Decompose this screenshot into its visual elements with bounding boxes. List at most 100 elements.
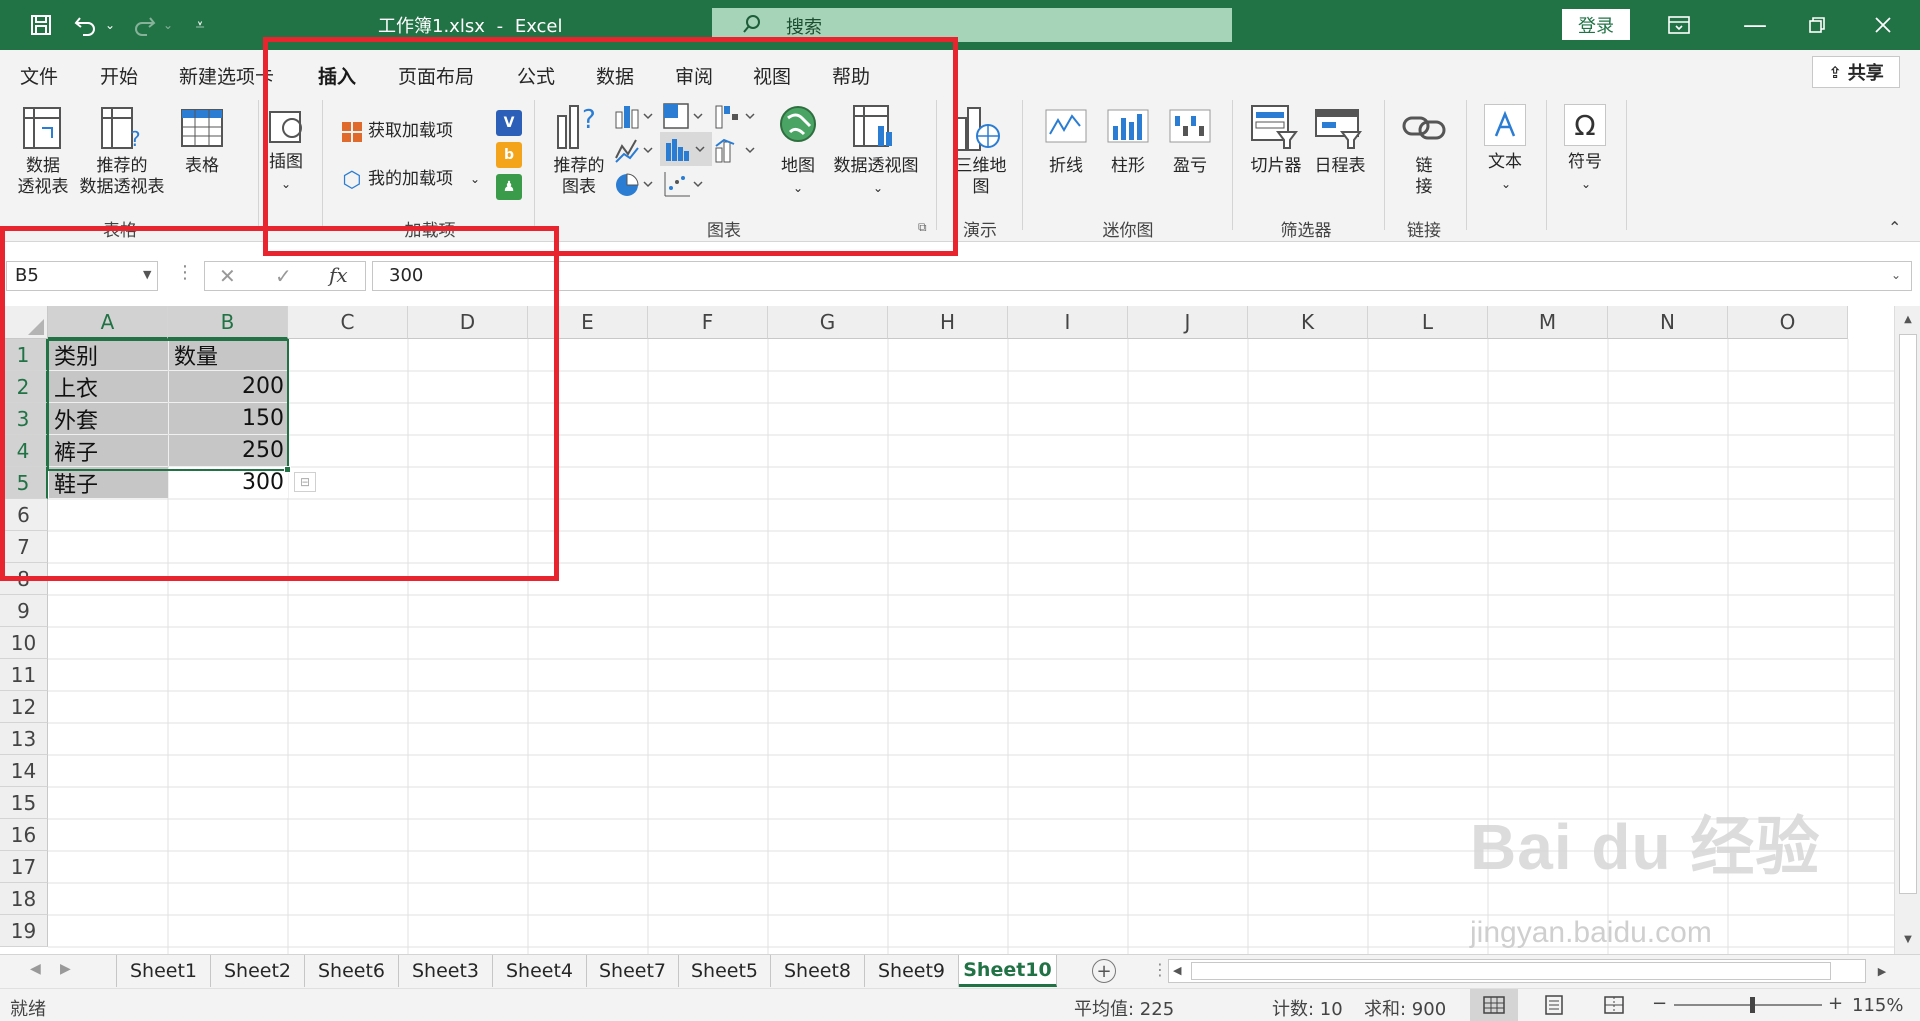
login-button[interactable]: 登录 — [1562, 9, 1630, 40]
column-header-k[interactable]: K — [1248, 306, 1368, 339]
scatter-chart-icon[interactable] — [662, 170, 706, 200]
get-addins-button[interactable]: 获取加载项 — [368, 121, 453, 142]
share-button[interactable]: ⇪ 共享 — [1812, 56, 1900, 88]
next-sheet-icon[interactable]: ▶ — [60, 961, 71, 977]
text-dropdown-icon[interactable]: ⌄ — [1496, 174, 1516, 195]
maps-button[interactable]: 地图 — [770, 156, 826, 177]
formula-input[interactable]: 300 ⌄ — [372, 261, 1912, 291]
recommended-charts-button[interactable]: 推荐的 图表 — [546, 156, 612, 198]
recommended-pivot-button[interactable]: 推荐的 数据透视表 — [76, 156, 168, 198]
hierarchy-chart-icon[interactable] — [662, 102, 706, 130]
row-header-4[interactable]: 4 — [0, 435, 48, 467]
ribbon-display-options-icon[interactable] — [1664, 10, 1694, 40]
bing-icon[interactable]: b — [496, 142, 522, 168]
illustrations-dropdown-icon[interactable]: ⌄ — [276, 174, 296, 195]
redo-icon[interactable] — [128, 10, 160, 40]
slicer-button[interactable]: 切片器 — [1246, 156, 1306, 177]
sheet-tab[interactable]: Sheet9 — [865, 955, 959, 987]
combo-chart-icon[interactable] — [714, 136, 758, 164]
symbols-dropdown-icon[interactable]: ⌄ — [1576, 174, 1596, 195]
column-header-l[interactable]: L — [1368, 306, 1488, 339]
visio-icon[interactable]: V — [496, 110, 522, 136]
row-header-7[interactable]: 7 — [0, 531, 48, 563]
row-header-8[interactable]: 8 — [0, 563, 48, 595]
sparkline-column-button[interactable]: 柱形 — [1102, 156, 1154, 177]
horizontal-scroll-thumb[interactable] — [1191, 962, 1831, 980]
insert-function-button[interactable]: fx — [329, 263, 348, 287]
row-header-17[interactable]: 17 — [0, 851, 48, 883]
row-header-14[interactable]: 14 — [0, 755, 48, 787]
tab-split-handle-icon[interactable]: ⋮ — [1152, 960, 1168, 979]
sheet-tab[interactable]: Sheet2 — [211, 955, 305, 987]
column-header-h[interactable]: H — [888, 306, 1008, 339]
vertical-scroll-thumb[interactable] — [1899, 334, 1917, 894]
tab-data[interactable]: 数据 — [596, 62, 634, 89]
tab-page-layout[interactable]: 页面布局 — [398, 62, 474, 89]
expand-formula-icon[interactable]: ⌄ — [1891, 268, 1901, 282]
cell[interactable]: 鞋子 — [49, 467, 168, 498]
row-header-18[interactable]: 18 — [0, 883, 48, 915]
page-break-view-icon[interactable] — [1590, 989, 1638, 1021]
column-header-j[interactable]: J — [1128, 306, 1248, 339]
column-header-o[interactable]: O — [1728, 306, 1848, 339]
my-addins-dropdown-icon[interactable]: ⌄ — [470, 169, 480, 190]
quick-analysis-icon[interactable]: ⊟ — [294, 472, 316, 492]
row-header-3[interactable]: 3 — [0, 403, 48, 435]
symbols-button[interactable]: 符号 — [1558, 152, 1612, 173]
sparkline-line-button[interactable]: 折线 — [1040, 156, 1092, 177]
undo-icon[interactable] — [70, 10, 102, 40]
column-header-m[interactable]: M — [1488, 306, 1608, 339]
page-layout-view-icon[interactable] — [1530, 989, 1578, 1021]
scroll-down-icon[interactable]: ▼ — [1899, 930, 1917, 948]
sheet-tab[interactable]: Sheet8 — [771, 955, 865, 987]
row-header-12[interactable]: 12 — [0, 691, 48, 723]
tab-formulas[interactable]: 公式 — [517, 62, 555, 89]
vertical-scrollbar[interactable]: ▲ ▼ — [1894, 306, 1920, 956]
pivot-chart-button[interactable]: 数据透视图 — [828, 156, 924, 177]
column-header-f[interactable]: F — [648, 306, 768, 339]
row-header-11[interactable]: 11 — [0, 659, 48, 691]
add-sheet-icon[interactable]: + — [1092, 959, 1116, 983]
close-icon[interactable] — [1868, 10, 1898, 40]
row-header-6[interactable]: 6 — [0, 499, 48, 531]
row-header-19[interactable]: 19 — [0, 915, 48, 947]
tab-new[interactable]: 新建选项卡 — [179, 62, 274, 89]
pivot-chart-dropdown-icon[interactable]: ⌄ — [868, 178, 888, 199]
save-icon[interactable] — [26, 10, 56, 40]
tab-insert[interactable]: 插入 — [318, 62, 357, 97]
sheet-tab[interactable]: Sheet1 — [117, 955, 211, 987]
column-chart-icon[interactable] — [614, 102, 654, 130]
column-header-a[interactable]: A — [48, 306, 168, 339]
status-average[interactable]: 平均值: 225 — [1074, 995, 1174, 1021]
waterfall-chart-icon[interactable] — [714, 102, 758, 130]
customize-qat-icon[interactable]: ⩡ — [188, 10, 212, 40]
row-header-5[interactable]: 5 — [0, 467, 48, 499]
name-box[interactable]: B5 ▼ — [6, 261, 158, 291]
row-header-16[interactable]: 16 — [0, 819, 48, 851]
scroll-up-icon[interactable]: ▲ — [1899, 310, 1917, 328]
row-header-10[interactable]: 10 — [0, 627, 48, 659]
link-button[interactable]: 链 接 — [1400, 156, 1448, 198]
column-header-i[interactable]: I — [1008, 306, 1128, 339]
my-addins-button[interactable]: 我的加载项 — [368, 169, 453, 190]
zoom-slider[interactable] — [1674, 1004, 1822, 1006]
people-graph-icon[interactable]: ♟ — [496, 174, 522, 200]
sparkline-winloss-button[interactable]: 盈亏 — [1164, 156, 1216, 177]
tab-file[interactable]: 文件 — [20, 62, 58, 89]
name-box-dropdown-icon[interactable]: ▼ — [143, 268, 151, 281]
sheet-tab-active[interactable]: Sheet10 — [959, 955, 1057, 987]
row-header-15[interactable]: 15 — [0, 787, 48, 819]
timeline-button[interactable]: 日程表 — [1310, 156, 1370, 177]
statistic-chart-icon[interactable] — [660, 132, 712, 166]
map3d-button[interactable]: 三维地 图 — [950, 156, 1012, 198]
restore-icon[interactable] — [1802, 10, 1832, 40]
column-header-c[interactable]: C — [288, 306, 408, 339]
column-header-n[interactable]: N — [1608, 306, 1728, 339]
cell-active[interactable]: 300 — [169, 467, 288, 498]
row-header-13[interactable]: 13 — [0, 723, 48, 755]
zoom-slider-thumb[interactable] — [1750, 997, 1755, 1013]
minimize-icon[interactable]: — — [1740, 10, 1770, 40]
horizontal-scrollbar[interactable]: ◀ — [1168, 959, 1866, 983]
tab-help[interactable]: 帮助 — [832, 62, 870, 89]
zoom-in-icon[interactable]: + — [1828, 993, 1843, 1014]
